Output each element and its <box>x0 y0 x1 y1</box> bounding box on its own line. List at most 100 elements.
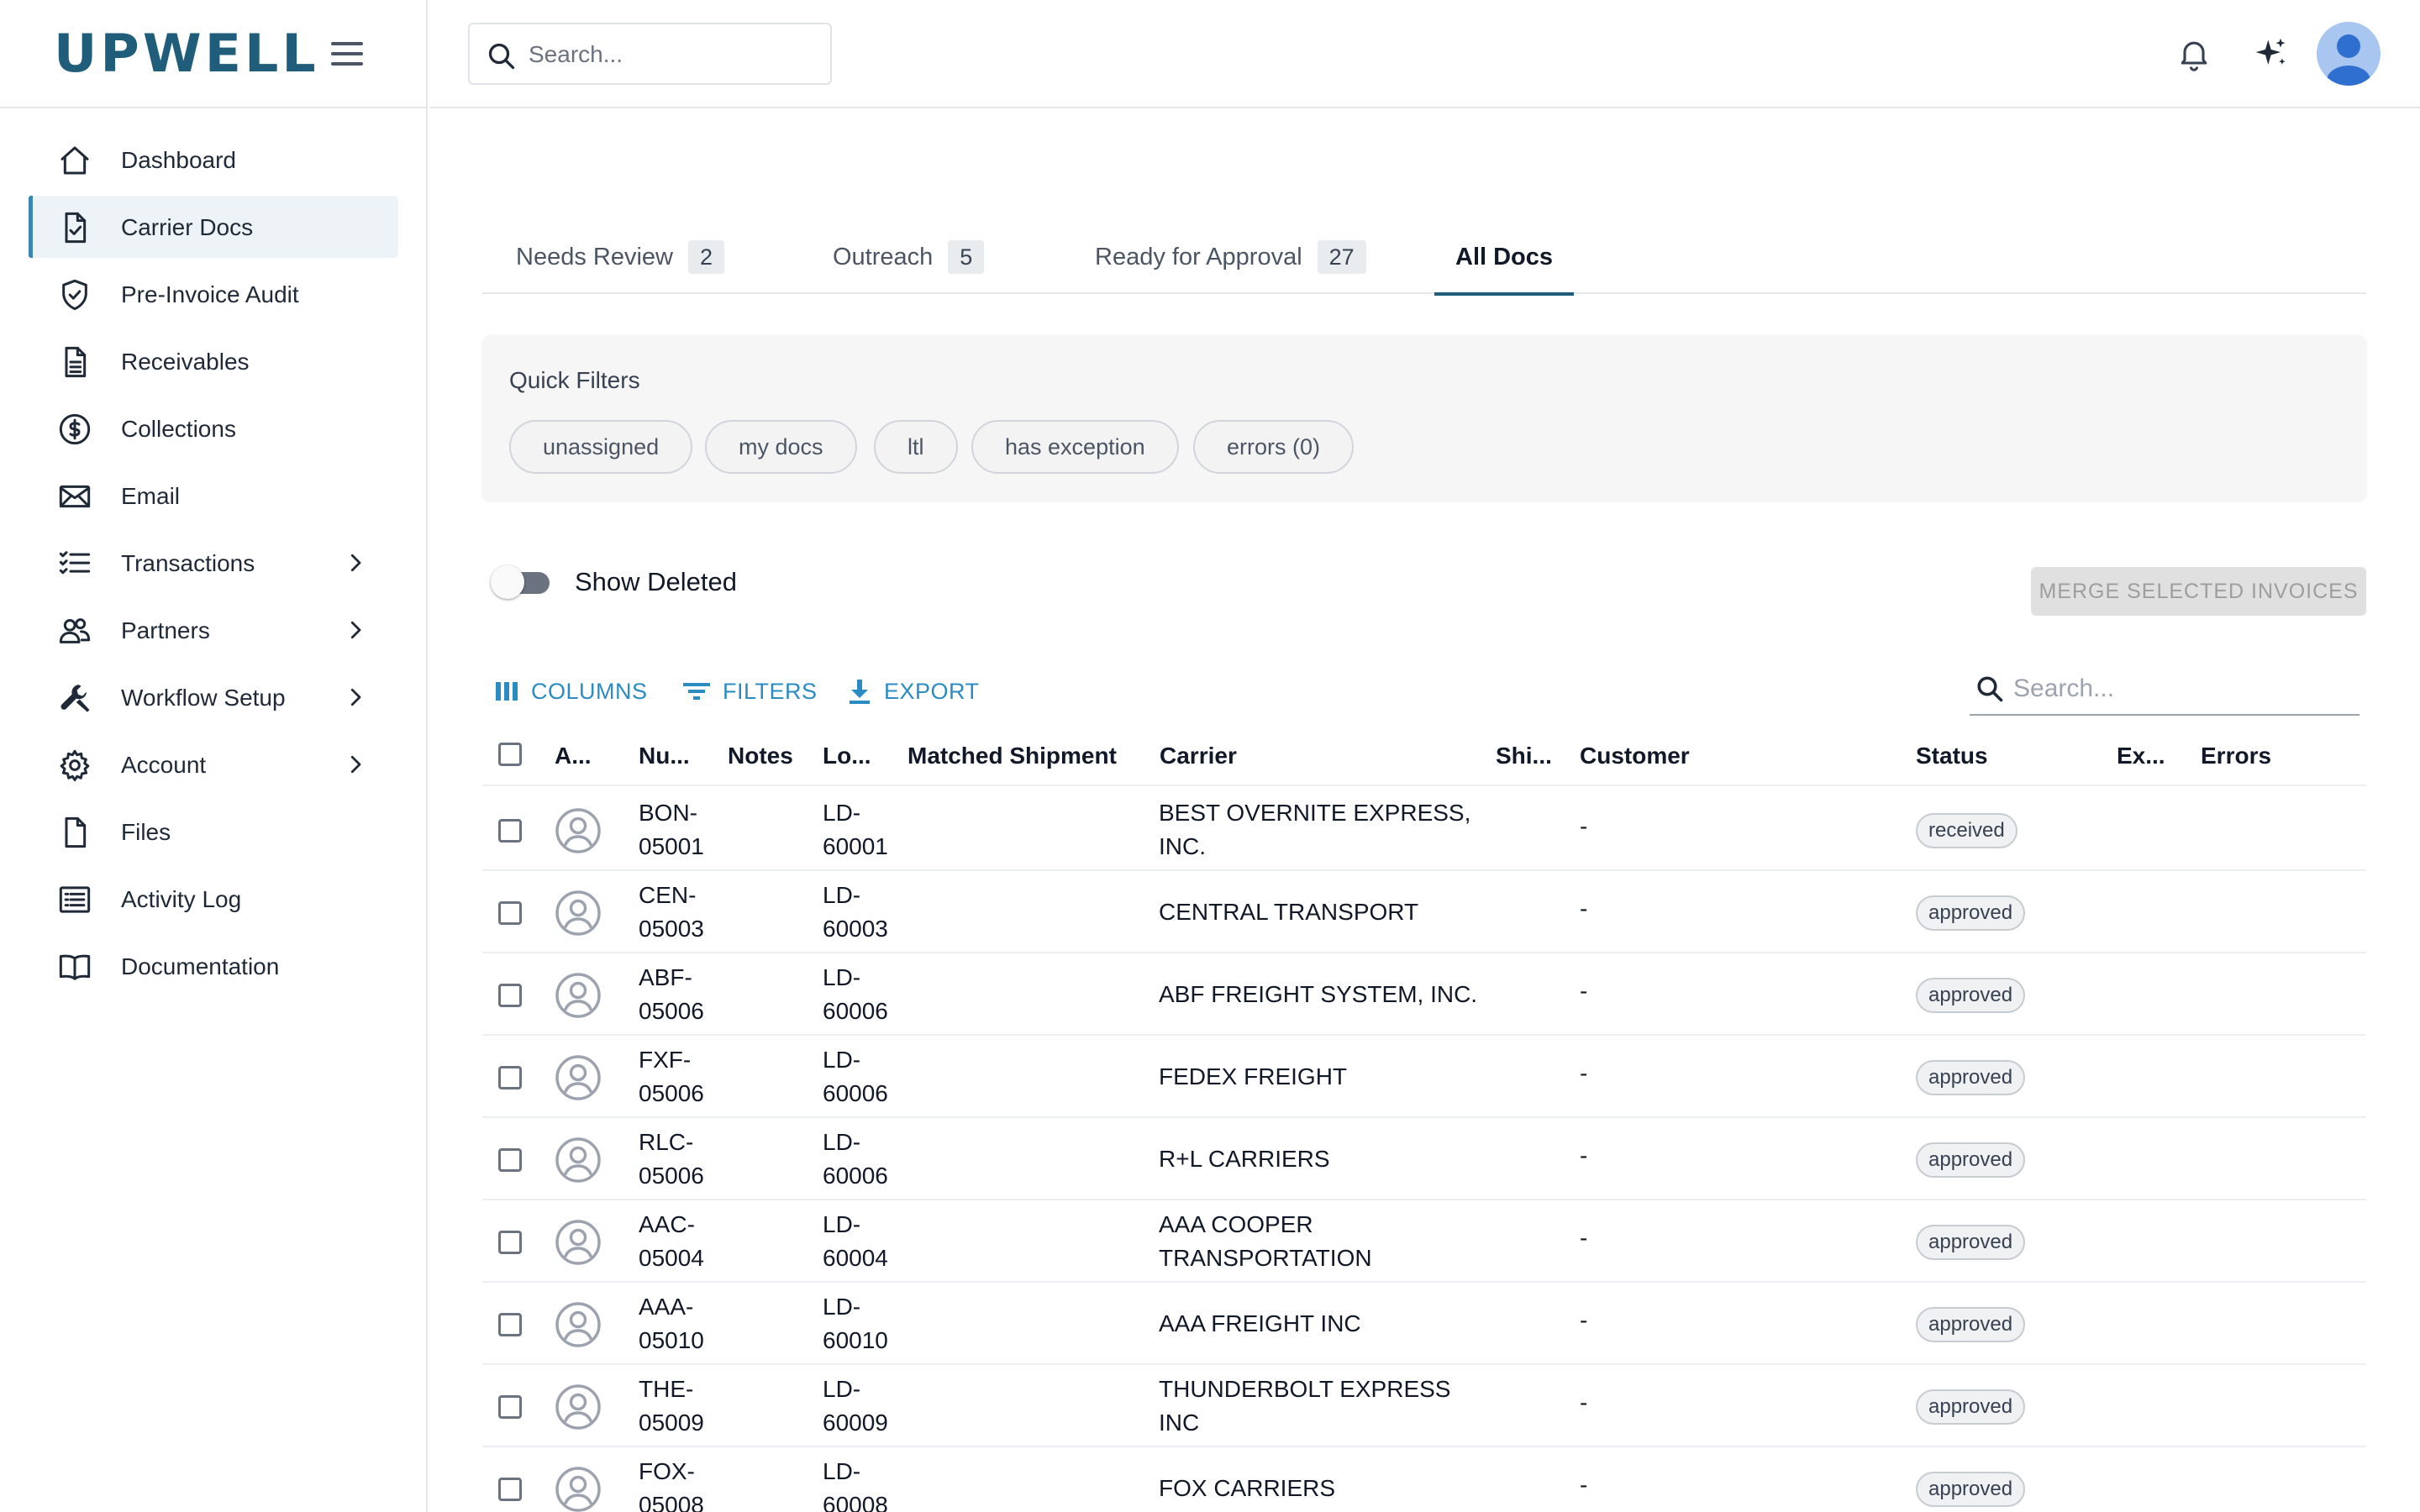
global-search-input[interactable] <box>529 38 814 71</box>
file-icon <box>58 816 92 849</box>
col-header-shipper[interactable]: Shi... <box>1496 743 1552 769</box>
sidebar-item-activity-log[interactable]: Activity Log <box>29 868 398 930</box>
col-header-number[interactable]: Nu... <box>639 743 690 769</box>
table-search-input[interactable] <box>2013 672 2349 706</box>
row-checkbox[interactable] <box>498 1313 522 1336</box>
tab-count-badge: 27 <box>1317 240 1366 274</box>
sidebar-item-label: Account <box>121 752 207 778</box>
filter-chip-ltl[interactable]: ltl <box>874 420 958 474</box>
doc-number-line: 05006 <box>639 998 704 1024</box>
col-header-customer[interactable]: Customer <box>1580 743 1690 769</box>
table-search[interactable] <box>1970 664 2360 716</box>
sidebar-item-receivables[interactable]: Receivables <box>29 330 398 392</box>
load-line: 60001 <box>823 833 888 859</box>
row-checkbox[interactable] <box>498 984 522 1007</box>
assignee-avatar-icon[interactable] <box>555 1137 602 1184</box>
sidebar-item-account[interactable]: Account <box>29 733 398 795</box>
assignee-avatar-icon[interactable] <box>555 1301 602 1348</box>
load-line: 60010 <box>823 1327 888 1353</box>
doc-number-line: 05006 <box>639 1080 704 1106</box>
users-icon <box>58 614 92 648</box>
search-icon <box>1977 676 2003 702</box>
bell-icon[interactable] <box>2175 35 2212 72</box>
assignee-avatar-icon[interactable] <box>555 1466 602 1512</box>
assignee-avatar-icon[interactable] <box>555 1383 602 1431</box>
load-cell: LD- 60001 <box>823 796 892 864</box>
table-row[interactable]: CEN- 05003 LD- 60003 CENTRAL TRANSPORT - appro… <box>482 871 2366 953</box>
doc-number-line: 05006 <box>639 1163 704 1189</box>
select-all-checkbox[interactable] <box>498 743 522 766</box>
search-icon <box>488 43 515 70</box>
sparkle-ai-icon[interactable] <box>2253 35 2290 72</box>
doc-number-cell: CEN- 05003 <box>639 879 711 946</box>
assignee-avatar-icon[interactable] <box>555 972 602 1019</box>
table-row[interactable]: AAA- 05010 LD- 60010 AAA FREIGHT INC - approve… <box>482 1283 2366 1365</box>
columns-button[interactable]: COLUMNS <box>494 675 648 708</box>
customer-cell: - <box>1580 1307 1588 1333</box>
col-header-status[interactable]: Status <box>1916 743 1988 769</box>
sidebar-item-carrier-docs[interactable]: Carrier Docs <box>29 196 398 258</box>
global-search[interactable] <box>468 23 832 85</box>
export-button[interactable]: EXPORT <box>847 675 980 708</box>
chevron-right-icon <box>343 617 368 643</box>
col-header-notes[interactable]: Notes <box>728 743 793 769</box>
row-checkbox[interactable] <box>498 819 522 843</box>
table-row[interactable]: FXF- 05006 LD- 60006 FEDEX FREIGHT - approved <box>482 1036 2366 1118</box>
filter-chip-errors[interactable]: errors (0) <box>1193 420 1355 474</box>
sidebar-item-partners[interactable]: Partners <box>29 599 398 661</box>
tab-outreach[interactable]: Outreach 5 <box>833 220 985 294</box>
sidebar-item-pre-invoice-audit[interactable]: Pre-Invoice Audit <box>29 263 398 325</box>
load-line: 60006 <box>823 1163 888 1189</box>
sidebar-item-workflow-setup[interactable]: Workflow Setup <box>29 666 398 728</box>
filter-chip-unassigned[interactable]: unassigned <box>509 420 693 474</box>
row-checkbox[interactable] <box>498 1148 522 1172</box>
assignee-avatar-icon[interactable] <box>555 1054 602 1101</box>
top-bar <box>429 0 2420 108</box>
assignee-avatar-icon[interactable] <box>555 807 602 854</box>
col-header-exceptions[interactable]: Ex... <box>2117 743 2165 769</box>
menu-toggle-icon[interactable] <box>331 42 363 66</box>
customer-cell: - <box>1580 895 1588 921</box>
col-header-carrier[interactable]: Carrier <box>1160 743 1237 769</box>
filter-chip-has-exception[interactable]: has exception <box>971 420 1179 474</box>
user-avatar[interactable] <box>2317 22 2381 86</box>
table-row[interactable]: BON- 05001 LD- 60001 BEST OVERNITE EXPRESS, … <box>482 789 2366 871</box>
col-header-matched-shipment[interactable]: Matched Shipment <box>908 743 1117 769</box>
tab-ready-for-approval[interactable]: Ready for Approval 27 <box>1095 220 1366 294</box>
load-cell: LD- 60009 <box>823 1373 892 1440</box>
col-header-errors[interactable]: Errors <box>2201 743 2271 769</box>
sidebar-item-email[interactable]: Email <box>29 465 398 527</box>
table-row[interactable]: ABF- 05006 LD- 60006 ABF FREIGHT SYSTEM, INC… <box>482 953 2366 1036</box>
row-checkbox[interactable] <box>498 1478 522 1501</box>
tab-all-docs[interactable]: All Docs <box>1434 220 1575 296</box>
table-row[interactable]: RLC- 05006 LD- 60006 R+L CARRIERS - approved <box>482 1118 2366 1200</box>
doc-number-line: AAA- <box>639 1294 694 1320</box>
row-checkbox[interactable] <box>498 1231 522 1254</box>
table-row[interactable]: FOX- 05008 LD- 60008 FOX CARRIERS - approved <box>482 1447 2366 1512</box>
table-row[interactable]: AAC- 05004 LD- 60004 AAA COOPER TRANSPORTATI… <box>482 1200 2366 1283</box>
sidebar-item-transactions[interactable]: Transactions <box>29 532 398 594</box>
upwell-logo[interactable]: UPWELL <box>54 28 319 80</box>
assignee-avatar-icon[interactable] <box>555 1219 602 1266</box>
show-deleted-toggle[interactable] <box>491 565 556 599</box>
col-header-load[interactable]: Lo... <box>823 743 871 769</box>
load-line: LD- <box>823 1458 861 1484</box>
customer-cell: - <box>1580 1389 1588 1415</box>
row-checkbox[interactable] <box>498 1395 522 1419</box>
table-row[interactable]: THE- 05009 LD- 60009 THUNDERBOLT EXPRESS INC… <box>482 1365 2366 1447</box>
logo-bar: UPWELL <box>0 0 428 108</box>
tab-needs-review[interactable]: Needs Review 2 <box>516 220 725 294</box>
sidebar-item-dashboard[interactable]: Dashboard <box>29 129 398 191</box>
col-header-assignee[interactable]: A... <box>555 743 592 769</box>
quick-filters-title: Quick Filters <box>509 367 640 393</box>
load-cell: LD- 60006 <box>823 1126 892 1193</box>
sidebar-item-documentation[interactable]: Documentation <box>29 935 398 997</box>
sidebar-item-files[interactable]: Files <box>29 801 398 863</box>
row-checkbox[interactable] <box>498 901 522 925</box>
filters-button[interactable]: FILTERS <box>682 675 818 708</box>
filter-chip-my-docs[interactable]: my docs <box>705 420 857 474</box>
sidebar-item-collections[interactable]: Collections <box>29 397 398 459</box>
row-checkbox[interactable] <box>498 1066 522 1089</box>
merge-selected-invoices-button[interactable]: MERGE SELECTED INVOICES <box>2031 567 2366 616</box>
assignee-avatar-icon[interactable] <box>555 890 602 937</box>
